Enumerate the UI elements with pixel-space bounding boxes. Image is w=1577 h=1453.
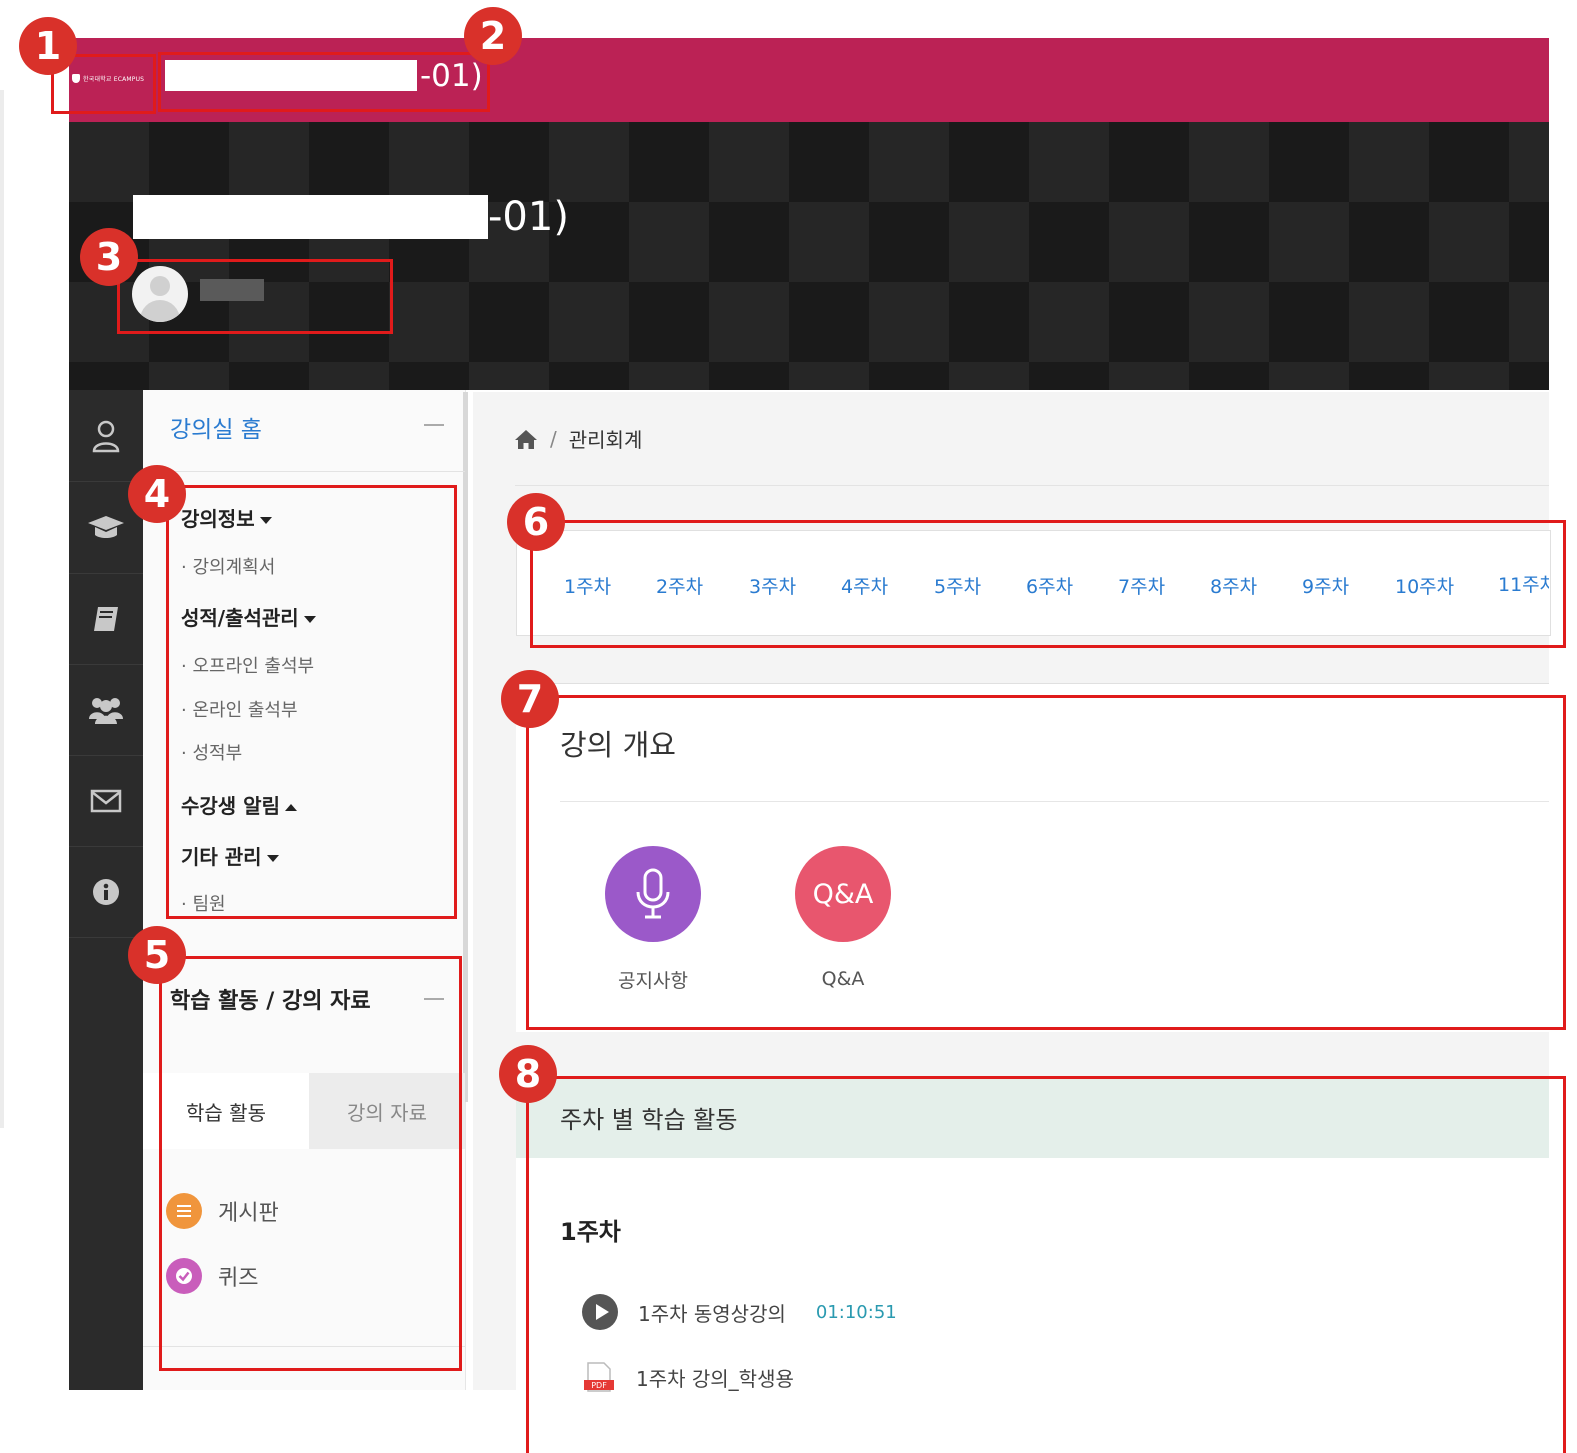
annotation-badge-4: 4 [128,465,186,523]
weekly-activities-title: 주차 별 학습 활동 [560,1106,738,1134]
rail-user[interactable] [69,390,143,482]
mail-icon [90,789,122,812]
annotation-box-8-top [526,1076,1566,1079]
annotation-box-3 [117,259,393,334]
annotation-box-6 [530,520,1566,648]
annotation-box-7 [526,695,1566,1030]
home-icon[interactable] [514,428,538,450]
annotation-badge-7: 7 [501,670,559,728]
hero-course-title: -01) [488,194,569,240]
annotation-badge-8: 8 [499,1045,557,1103]
annotation-box-2 [158,52,490,112]
video-duration: 01:10:51 [815,1301,897,1323]
annotation-badge-5: 5 [128,926,186,984]
divider [143,471,465,472]
annotation-box-8-left [526,1076,529,1453]
rail-books[interactable] [69,573,143,665]
annotation-badge-2: 2 [464,7,522,65]
users-icon [89,697,123,724]
pdf-icon: PDF [582,1361,616,1393]
annotation-box-5 [159,956,462,1371]
breadcrumb: / 관리회계 [514,424,642,453]
annotation-badge-3: 3 [80,228,138,286]
annotation-box-4 [166,485,457,919]
course-home-link[interactable]: 강의실 홈 [170,410,262,444]
icon-rail-lower [69,1070,143,1390]
user-icon [92,420,120,452]
course-hero-banner [69,122,1549,390]
hero-title-redaction [133,195,488,239]
book-icon [94,606,118,631]
info-icon [93,878,119,905]
play-icon [582,1294,618,1330]
breadcrumb-current: 관리회계 [568,428,643,452]
annotation-badge-1: 1 [19,17,77,75]
week-section-title: 1주차 [560,1218,621,1246]
rail-messages[interactable] [69,755,143,847]
collapse-home-button[interactable] [424,424,444,426]
activity-pdf-material[interactable]: PDF 1주차 강의_학생용 [582,1361,794,1393]
sidebar-scrollbar[interactable] [463,392,468,1102]
annotation-badge-6: 6 [507,493,565,551]
rail-members[interactable] [69,664,143,756]
svg-text:PDF: PDF [591,1381,607,1390]
page-edge-line [0,90,4,1128]
rail-info[interactable] [69,846,143,938]
breadcrumb-separator: / [550,426,557,451]
annotation-box-8-right [1563,1076,1566,1453]
graduation-cap-icon [88,515,124,538]
divider [515,485,1549,486]
activity-video-lecture[interactable]: 1주차 동영상강의 01:10:51 [582,1294,897,1330]
